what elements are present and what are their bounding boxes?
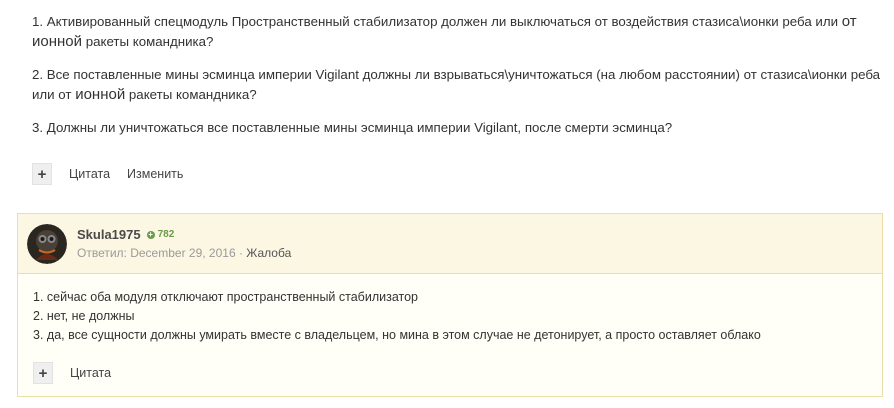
reply-card: Skula1975 + 782 Ответил: December 29, 20…: [17, 213, 883, 397]
plus-icon: +: [38, 364, 48, 382]
reputation-count: 782: [157, 229, 175, 240]
plus-reputation-button[interactable]: +: [32, 163, 52, 185]
reply-line-3: 3. да, все сущности должны умирать вмест…: [33, 328, 761, 342]
quote-button[interactable]: Цитата: [69, 167, 110, 181]
reply-quote-button[interactable]: Цитата: [70, 366, 111, 380]
reply-actions: + Цитата: [33, 362, 111, 384]
post-paragraph-2: 2. Все поставленные мины эсминца империи…: [32, 67, 881, 103]
edit-button[interactable]: Изменить: [127, 167, 183, 181]
post-paragraph-1: 1. Активированный спецмодуль Пространств…: [32, 13, 857, 50]
post-actions: + Цитата Изменить: [32, 163, 183, 185]
report-link[interactable]: Жалоба: [246, 246, 291, 260]
reputation-icon: +: [146, 229, 155, 239]
post-paragraph-3: 3. Должны ли уничтожаться все поставленн…: [32, 120, 673, 135]
reply-text: 1. сейчас оба модуля отключают пространс…: [33, 288, 873, 345]
author-name[interactable]: Skula1975: [77, 227, 141, 242]
reply-meta: Ответил: December 29, 2016 · Жалоба: [77, 246, 291, 260]
reply-line-2: 2. нет, не должны: [33, 309, 135, 323]
avatar[interactable]: [27, 224, 67, 264]
author-line: Skula1975 + 782: [77, 227, 174, 242]
reply-line-1: 1. сейчас оба модуля отключают пространс…: [33, 290, 418, 304]
reply-plus-reputation-button[interactable]: +: [33, 362, 53, 384]
post-body: 1. Активированный спецмодуль Пространств…: [32, 12, 882, 151]
avatar-image: [27, 224, 67, 264]
reputation-badge: + 782: [146, 229, 175, 240]
plus-icon: +: [37, 165, 47, 183]
reply-date: Ответил: December 29, 2016 ·: [77, 246, 247, 260]
reply-header: Skula1975 + 782 Ответил: December 29, 20…: [18, 214, 882, 274]
